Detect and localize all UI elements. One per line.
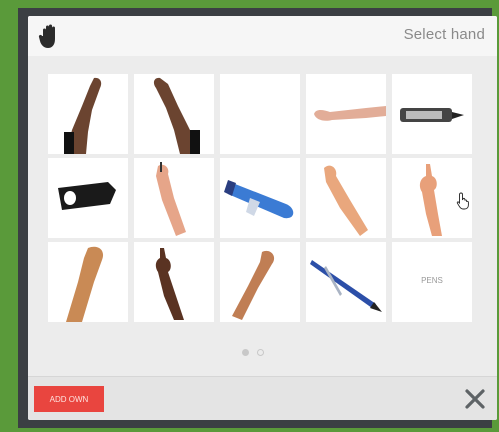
blue-pen-image [310,260,382,312]
pens-label: PENS [421,276,443,285]
add-own-button[interactable]: ADD OWN [34,386,104,412]
page-dot-1[interactable] [242,349,249,356]
hand-pointer-cursor-icon [456,192,469,210]
hand-tile-marker-gray[interactable] [392,74,472,154]
hand-tile-light-horizontal[interactable] [306,74,386,154]
black-eraser-image [58,182,116,210]
blue-marker-image [224,180,294,219]
dialog-title: Select hand [403,26,485,43]
page-indicator [242,349,264,356]
light-arm-horizontal-image [314,106,386,121]
hand-tile-pens[interactable]: PENS [392,242,472,322]
select-hand-dialog: Select hand PENS ADD OWN [28,16,497,420]
dark-arm-raised-image [153,77,200,154]
hand-tile-empty[interactable] [220,74,300,154]
hand-tile-eraser-black[interactable] [48,158,128,238]
light-arm-pen-image [156,162,186,236]
hand-tile-blue-pen[interactable] [306,242,386,322]
hand-tile-light-pen-up[interactable] [134,158,214,238]
hand-tile-light-pen-diagonal[interactable] [306,158,386,238]
hand-tile-tan-raised[interactable] [48,242,128,322]
hand-grid: PENS [48,74,472,322]
tan-arm-raised-image [66,246,104,322]
hand-tile-marker-blue[interactable] [220,158,300,238]
hand-tile-dark-pointing[interactable] [134,242,214,322]
dark-arm-pointing-image [155,248,184,320]
dark-arm-raised-image [64,77,102,154]
close-x-icon[interactable] [463,387,487,411]
tan-arm-pen-image [232,250,275,320]
light-arm-pen-diagonal-image [324,165,368,236]
hand-tile-dark-raised-right[interactable] [134,74,214,154]
gray-marker-image [400,108,464,122]
page-dot-2[interactable] [257,349,264,356]
hand-tile-dark-raised-left[interactable] [48,74,128,154]
dialog-footer: ADD OWN [28,376,497,420]
dialog-header: Select hand [28,16,497,56]
hand-stop-icon [38,24,55,48]
hand-tile-tan-pen[interactable] [220,242,300,322]
